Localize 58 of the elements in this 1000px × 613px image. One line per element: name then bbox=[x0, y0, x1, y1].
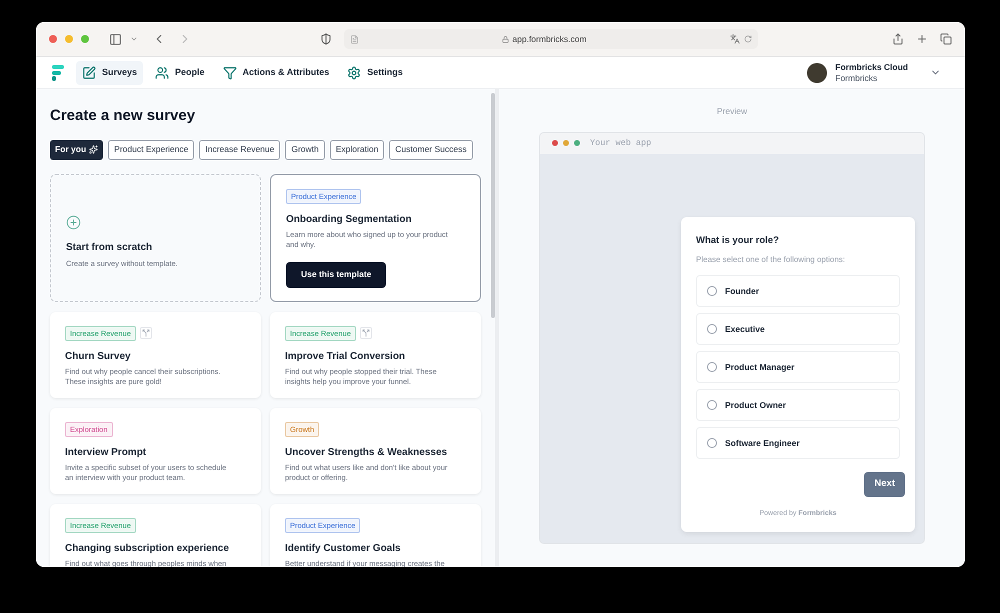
next-button[interactable]: Next bbox=[864, 472, 905, 497]
radio-button[interactable] bbox=[707, 438, 717, 448]
avatar[interactable] bbox=[807, 62, 828, 82]
page-icon bbox=[350, 34, 359, 44]
use-template-button[interactable]: Use this template bbox=[286, 262, 386, 288]
template-title: Onboarding Segmentation bbox=[286, 212, 413, 226]
radio-button[interactable] bbox=[707, 362, 717, 372]
answer-option[interactable]: Product Owner bbox=[696, 389, 900, 421]
organization-name: Formbricks bbox=[835, 72, 878, 84]
logo-icon bbox=[52, 64, 64, 80]
filter-tab[interactable]: Exploration bbox=[330, 140, 384, 160]
shield-icon[interactable] bbox=[320, 33, 332, 45]
address-bar[interactable]: app.formbricks.com bbox=[344, 29, 758, 49]
template-title: Interview Prompt bbox=[65, 446, 148, 460]
template-title: Uncover Strengths & Weaknesses bbox=[285, 446, 448, 460]
answer-option[interactable]: Founder bbox=[696, 275, 900, 307]
edit-icon bbox=[82, 66, 96, 80]
preview-label: Preview bbox=[716, 105, 748, 118]
funnel-icon bbox=[222, 66, 237, 80]
sidebar-icon[interactable] bbox=[109, 32, 122, 46]
reload-icon[interactable] bbox=[744, 35, 752, 43]
template-title: Identify Customer Goals bbox=[285, 542, 402, 556]
account-name: Formbricks Cloud bbox=[835, 62, 908, 72]
mock-window-title: Your web app bbox=[590, 136, 652, 150]
nav-item[interactable]: Surveys bbox=[76, 60, 144, 84]
template-title: Improve Trial Conversion bbox=[285, 350, 406, 364]
scrollbar-thumb[interactable] bbox=[491, 93, 495, 318]
filter-tab[interactable]: Customer Success bbox=[389, 140, 473, 160]
tabs-icon[interactable] bbox=[940, 33, 952, 45]
template-title: Changing subscription experience bbox=[65, 542, 230, 556]
scratch-title: Start from scratch bbox=[66, 241, 154, 256]
answer-option[interactable]: Software Engineer bbox=[696, 427, 900, 459]
url-text: app.formbricks.com bbox=[512, 32, 587, 46]
radio-button[interactable] bbox=[707, 324, 717, 334]
answer-option[interactable]: Product Manager bbox=[696, 351, 900, 383]
question-title: What is your role? bbox=[696, 234, 780, 248]
radio-button[interactable] bbox=[707, 400, 717, 410]
answer-option[interactable]: Executive bbox=[696, 313, 900, 345]
new-tab-icon[interactable] bbox=[916, 33, 928, 45]
nav-item[interactable]: Actions & Attributes bbox=[216, 60, 336, 84]
filter-tab[interactable]: Growth bbox=[285, 140, 325, 160]
users-icon bbox=[155, 66, 170, 80]
caret-icon[interactable] bbox=[130, 35, 138, 43]
template-title: Churn Survey bbox=[65, 350, 132, 364]
add-icon bbox=[66, 215, 81, 230]
share-icon[interactable] bbox=[892, 33, 904, 45]
settings-icon bbox=[347, 66, 362, 80]
page-title: Create a new survey bbox=[50, 106, 196, 126]
sparkle-icon bbox=[89, 145, 98, 154]
lock-icon bbox=[502, 36, 510, 42]
nav-item[interactable]: People bbox=[149, 60, 211, 84]
translate-icon[interactable] bbox=[730, 34, 740, 44]
radio-button[interactable] bbox=[707, 286, 717, 296]
nav-item[interactable]: Settings bbox=[341, 60, 409, 84]
filter-tab[interactable]: For you bbox=[50, 140, 104, 160]
filter-tab[interactable]: Product Experience bbox=[108, 140, 194, 160]
question-subtitle: Please select one of the following options: bbox=[696, 254, 846, 266]
filter-tab[interactable]: Increase Revenue bbox=[199, 140, 280, 160]
